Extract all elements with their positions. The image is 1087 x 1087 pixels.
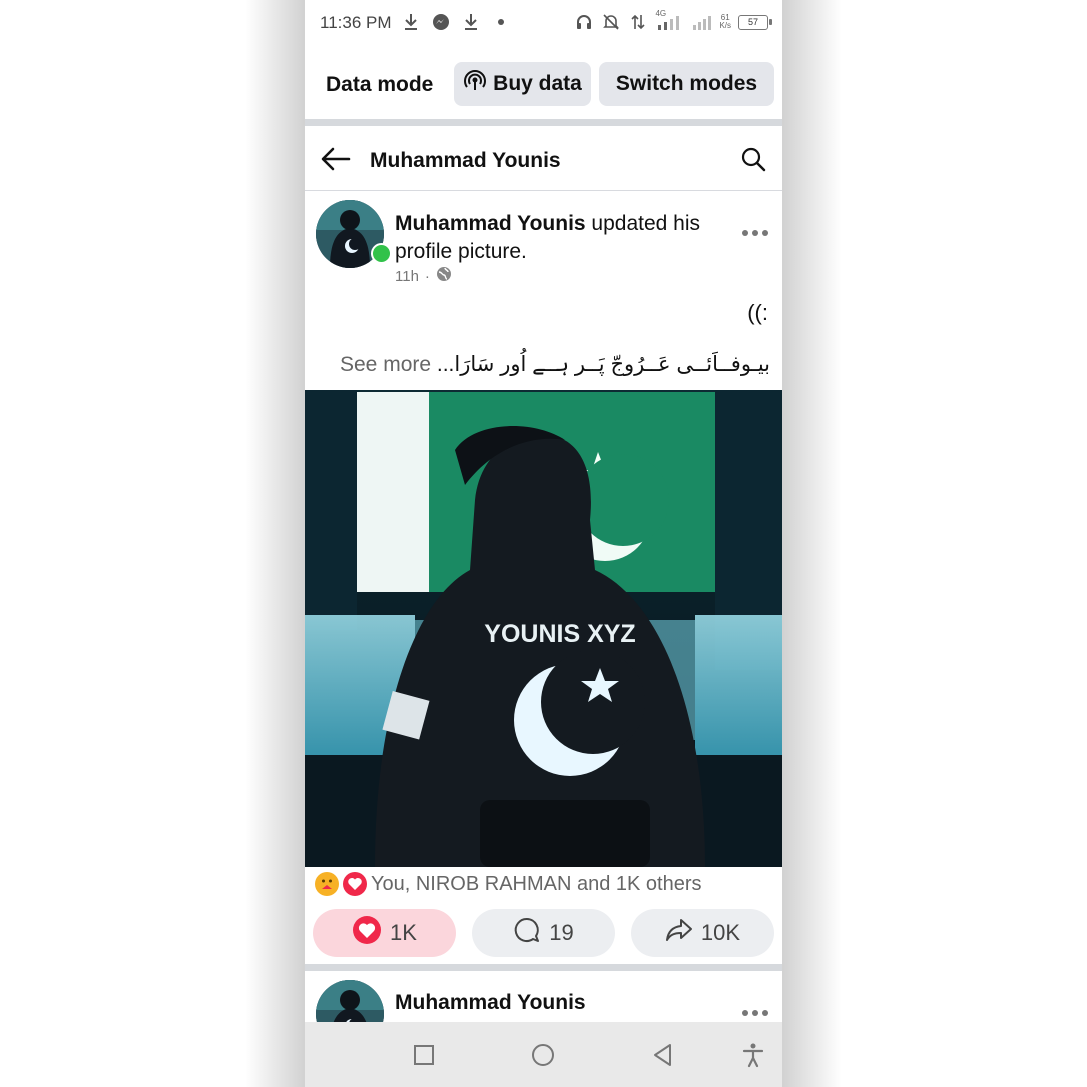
battery-icon: 57	[738, 14, 772, 30]
caption-line-2: بیـوفــاَئــی عَــرُوجّ پَــر ہــے اُور …	[340, 352, 770, 377]
jacket-text: YOUNIS XYZ	[484, 620, 635, 648]
circle-icon[interactable]	[530, 1042, 556, 1068]
caption-text: بیـوفــاَئــی عَــرُوجّ پَــر ہــے اُور …	[436, 353, 770, 376]
post-meta: 11h ·	[395, 266, 452, 286]
section-divider	[305, 119, 782, 126]
android-nav-bar	[305, 1022, 782, 1087]
share-icon	[665, 917, 693, 949]
more-options-icon[interactable]	[741, 225, 769, 236]
meta-separator: ·	[424, 267, 430, 285]
post-divider	[305, 964, 782, 971]
status-right-icons: 4G 61 K/s 57	[574, 9, 772, 32]
status-bar: 11:36 PM 4G 61 K/s 57	[305, 0, 782, 48]
bell-off-icon	[601, 12, 621, 32]
data-mode-bar: Data mode Buy data Switch modes	[305, 54, 782, 118]
left-shadow	[245, 0, 305, 1087]
love-emoji-icon	[343, 872, 367, 896]
post2-author[interactable]: Muhammad Younis	[395, 991, 586, 1015]
broadcast-icon	[463, 69, 487, 99]
globe-icon	[436, 266, 452, 286]
see-more-link[interactable]: See more	[340, 353, 431, 376]
battery-level: 57	[747, 17, 758, 27]
reactions-text: You, NIROB RAHMAN and 1K others	[371, 872, 702, 895]
caption-line-1: ((:	[747, 300, 768, 325]
signal-icon	[692, 12, 712, 32]
care-emoji-icon	[315, 872, 339, 896]
messenger-icon	[431, 12, 451, 32]
accessibility-icon[interactable]	[740, 1042, 766, 1068]
headset-icon	[574, 12, 594, 32]
like-button[interactable]: 1K	[313, 909, 456, 957]
status-time: 11:36 PM	[320, 13, 392, 32]
buy-data-button[interactable]: Buy data	[454, 62, 591, 106]
download-icon	[461, 12, 481, 32]
phone-screen: 11:36 PM 4G 61 K/s 57 Data mode Buy data…	[305, 0, 782, 1087]
signal-icon: 4G	[655, 9, 685, 32]
data-mode-label: Data mode	[326, 73, 434, 96]
more-options-icon[interactable]	[741, 1005, 769, 1016]
reactions-summary[interactable]: You, NIROB RAHMAN and 1K others	[315, 872, 702, 896]
heart-icon	[352, 915, 382, 951]
buy-data-label: Buy data	[493, 72, 582, 95]
network-speed: 61 K/s	[719, 14, 731, 30]
switch-modes-button[interactable]: Switch modes	[599, 62, 774, 106]
back-arrow-icon[interactable]	[321, 146, 351, 172]
online-status-dot	[371, 243, 392, 264]
download-icon	[401, 12, 421, 32]
like-count: 1K	[390, 920, 417, 945]
dot-icon	[491, 12, 511, 32]
comment-count: 19	[549, 920, 574, 945]
switch-modes-label: Switch modes	[615, 72, 758, 95]
post-header-text: Muhammad Younis updated his profile pict…	[395, 210, 735, 266]
back-triangle-icon[interactable]	[650, 1042, 676, 1068]
comment-icon	[513, 916, 541, 950]
share-count: 10K	[700, 920, 741, 945]
post-time[interactable]: 11h	[395, 268, 419, 285]
square-icon[interactable]	[411, 1042, 437, 1068]
comment-button[interactable]: 19	[472, 909, 615, 957]
profile-header: Muhammad Younis	[305, 126, 782, 191]
post-image[interactable]: YOUNIS XYZ	[305, 390, 782, 867]
right-shadow	[782, 0, 842, 1087]
network-type: 4G	[655, 9, 667, 18]
page-title: Muhammad Younis	[370, 149, 561, 172]
post-author[interactable]: Muhammad Younis	[395, 212, 586, 235]
share-button[interactable]: 10K	[631, 909, 774, 957]
search-icon[interactable]	[740, 146, 766, 172]
status-left-icons	[401, 12, 511, 32]
speed-unit: K/s	[719, 21, 731, 30]
data-arrows-icon	[628, 12, 648, 32]
